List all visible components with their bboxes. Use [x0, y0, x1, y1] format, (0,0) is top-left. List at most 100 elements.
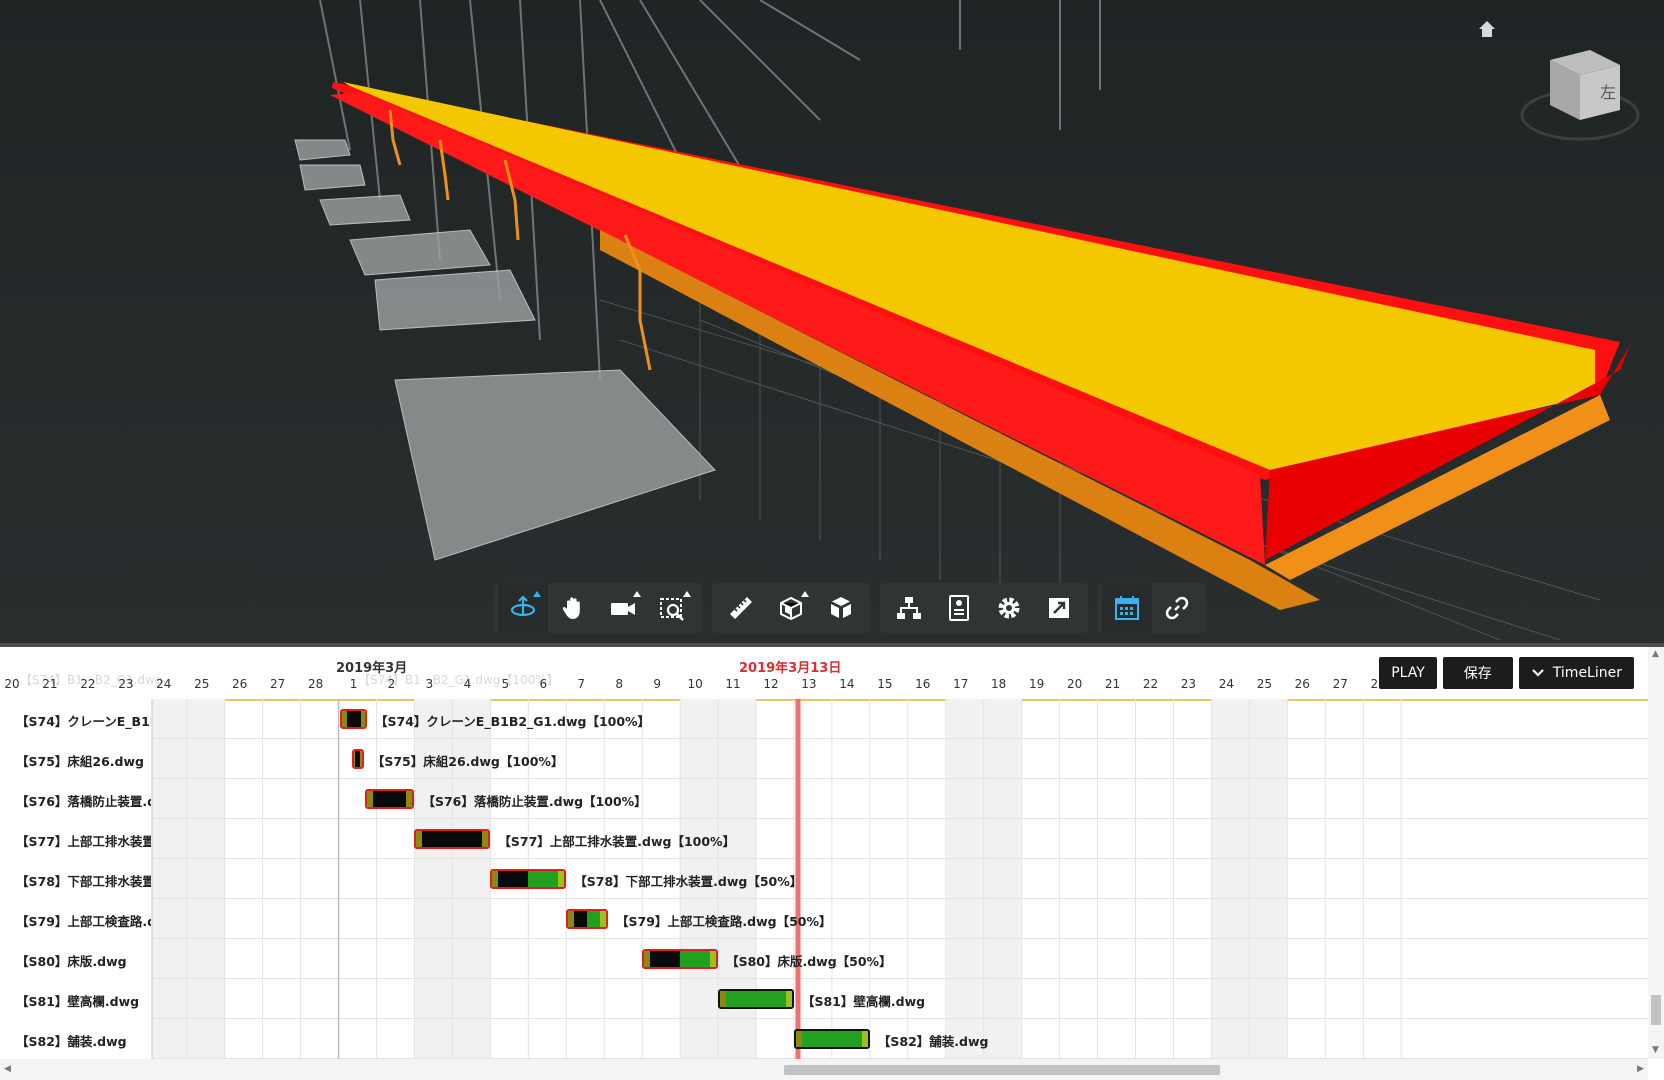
horizontal-scrollbar[interactable]: ◀ ▶: [0, 1059, 1648, 1080]
day-tick-label: 22: [1142, 677, 1159, 691]
task-name-label[interactable]: 【S78】下部工排水装置.dwg: [16, 871, 151, 890]
settings-button[interactable]: [984, 583, 1034, 633]
task-bar[interactable]: [340, 709, 368, 729]
task-bar[interactable]: [566, 909, 608, 929]
bar-end-cap: [861, 1031, 868, 1047]
toolbar-group: [494, 583, 702, 633]
month-label: 2019年3月: [336, 661, 408, 676]
horizontal-scroll-thumb[interactable]: [784, 1065, 1220, 1075]
task-bar[interactable]: [718, 989, 794, 1009]
timeliner-menu-button[interactable]: TimeLiner: [1518, 657, 1634, 689]
bar-progress-fill: [422, 831, 483, 847]
task-bar-label: 【S81】壁高欄.dwg: [801, 994, 926, 1009]
home-icon[interactable]: [1476, 18, 1498, 40]
pan-button[interactable]: [548, 583, 598, 633]
gear-icon: [994, 593, 1024, 623]
bar-progress-fill: [498, 871, 529, 887]
task-bar-label: 【S74】クレーンE_B1B2_G1.dwg【100%】: [375, 714, 651, 729]
bar-remaining-fill: [528, 871, 559, 887]
day-tick-label: 17: [953, 677, 969, 691]
gantt-grid[interactable]: 【S74】クレーンE_B1B2_G1.dwg 【S74】クレーンE_B1B2_G1…: [0, 699, 1648, 1059]
timeliner-button[interactable]: [1102, 583, 1152, 633]
hierarchy-icon: [894, 593, 924, 623]
task-bar[interactable]: [365, 789, 415, 809]
vertical-scroll-thumb[interactable]: [1651, 995, 1661, 1025]
bar-end-cap: [406, 791, 413, 807]
day-tick-label: 3: [425, 677, 434, 691]
task-name-label[interactable]: 【S79】上部工検査路.dwg: [16, 911, 151, 930]
task-name-label[interactable]: 【S74】クレーンE_B1B2_G1.dwg: [16, 711, 151, 730]
day-tick-label: 21: [1104, 677, 1121, 691]
bar-end-cap: [785, 991, 792, 1007]
camera-button[interactable]: [598, 583, 648, 633]
save-button[interactable]: 保存: [1442, 657, 1513, 689]
weekend-shade: [1249, 699, 1288, 1059]
viewcube-face-label: 左: [1600, 83, 1616, 102]
task-name-label[interactable]: 【S76】落橋防止装置.dwg: [16, 791, 151, 810]
day-tick-label: 23: [1180, 677, 1197, 691]
task-bar-label: 【S75】床組26.dwg【100%】: [371, 754, 564, 769]
fullscreen-button[interactable]: [1034, 583, 1084, 633]
timeline-date-header: 【S74】B1 - B2_G1.dwg 【S74】B1・B2_G1.dwg【10…: [0, 647, 1648, 701]
task-bar[interactable]: [490, 869, 567, 889]
task-bar-label: 【S82】舗装.dwg: [877, 1034, 989, 1049]
task-bar[interactable]: [642, 949, 719, 969]
day-tick-label: 6: [539, 677, 548, 691]
task-bar[interactable]: [793, 1029, 870, 1049]
day-tick-label: 25: [1256, 677, 1272, 691]
task-name-label[interactable]: 【S81】壁高欄.dwg: [16, 991, 151, 1010]
explode-button[interactable]: [816, 583, 866, 633]
task-bar[interactable]: [414, 829, 491, 849]
bar-remaining-fill: [680, 951, 711, 967]
model-browser-button[interactable]: [884, 583, 934, 633]
task-bar[interactable]: [351, 749, 364, 769]
bar-remaining-fill: [587, 911, 600, 927]
weekend-shade: [148, 699, 187, 1059]
bridge-model-scene[interactable]: [0, 0, 1664, 646]
bar-remaining-fill: [801, 1031, 862, 1047]
task-name-label[interactable]: 【S82】舗装.dwg: [16, 1031, 151, 1050]
task-bar-label: 【S80】床版.dwg【50%】: [726, 954, 892, 969]
today-date-label: 2019年3月13日: [739, 661, 842, 676]
task-bar-label: 【S76】落橋防止装置.dwg【100%】: [422, 794, 647, 809]
section-button[interactable]: [766, 583, 816, 633]
bar-end-cap: [558, 871, 565, 887]
play-button[interactable]: PLAY: [1379, 657, 1437, 689]
orbit-button[interactable]: [498, 583, 548, 633]
bar-end-cap: [482, 831, 489, 847]
task-name-label[interactable]: 【S75】床組26.dwg: [16, 751, 151, 770]
task-name-label[interactable]: 【S77】上部工排水装置.dwg: [16, 831, 151, 850]
bar-end-cap: [360, 751, 362, 767]
viewcube[interactable]: 左: [1520, 40, 1640, 150]
link-icon: [1162, 593, 1192, 623]
zoom-window-button[interactable]: [648, 583, 698, 633]
fullscreen-icon: [1044, 593, 1074, 623]
day-tick-label: 26: [232, 677, 248, 691]
day-tick-label: 7: [577, 677, 586, 691]
toolbar-group: [1098, 583, 1206, 633]
properties-button[interactable]: [934, 583, 984, 633]
orbit-icon: [508, 593, 538, 623]
task-name-label[interactable]: 【S80】床版.dwg: [16, 951, 151, 970]
task-bar-label: 【S77】上部工排水装置.dwg【100%】: [498, 834, 736, 849]
bar-remaining-fill: [726, 991, 786, 1007]
toolbar-group: [712, 583, 870, 633]
bar-progress-fill: [346, 711, 361, 727]
measure-button[interactable]: [716, 583, 766, 633]
link-button[interactable]: [1152, 583, 1202, 633]
vertical-scrollbar[interactable]: ▲ ▼: [1648, 647, 1664, 1059]
day-tick-label: 2: [387, 677, 396, 691]
day-tick-label: 26: [1294, 677, 1310, 691]
weekend-shade: [983, 699, 1022, 1059]
day-tick-label: 5: [501, 677, 510, 691]
bar-progress-fill: [574, 911, 588, 927]
day-tick-label: 1: [349, 677, 358, 691]
day-tick-label: 23: [118, 677, 134, 691]
section-box-icon: [776, 593, 806, 623]
day-tick-label: 12: [763, 677, 779, 691]
3d-viewport[interactable]: 左: [0, 0, 1664, 646]
timeliner-panel: 【S74】B1 - B2_G1.dwg 【S74】B1・B2_G1.dwg【10…: [0, 647, 1664, 1080]
bar-end-cap: [360, 711, 365, 727]
day-tick-label: 27: [1332, 677, 1348, 691]
timeliner-label: TimeLiner: [1552, 665, 1622, 681]
